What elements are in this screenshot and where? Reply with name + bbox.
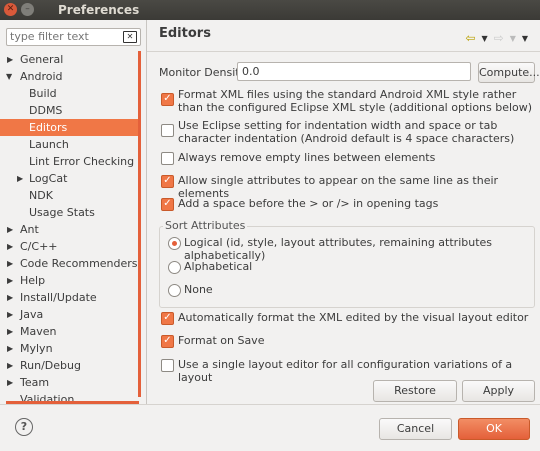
clear-filter-icon[interactable]: ✕ <box>123 31 137 43</box>
back-menu-icon[interactable]: ▼ <box>481 34 487 43</box>
help-icon[interactable]: ? <box>15 418 33 436</box>
space-before-close-label: Add a space before the > or /> in openin… <box>178 197 439 210</box>
sort-logical-radio[interactable] <box>168 237 181 250</box>
sort-none-label: None <box>184 283 213 296</box>
back-arrow-icon[interactable]: ⇦ <box>465 31 475 45</box>
expand-arrow-icon[interactable]: ▶ <box>7 306 13 323</box>
forward-arrow-icon[interactable]: ⇨ <box>494 31 504 45</box>
tree-item-code-recommenders[interactable]: ▶ Code Recommenders <box>0 255 138 272</box>
format-xml-checkbox[interactable]: ✓ <box>161 93 174 106</box>
sort-alphabetical-label: Alphabetical <box>184 260 253 273</box>
sidebar: ✕ ▶General ▼Android Build DDMS Editors L… <box>0 20 147 406</box>
tree-item-general[interactable]: ▶ General <box>0 51 138 68</box>
ok-button[interactable]: OK <box>458 418 530 440</box>
tree-item-usage-stats[interactable]: Usage Stats <box>0 204 138 221</box>
cancel-button[interactable]: Cancel <box>379 418 452 440</box>
sort-logical-label: Logical (id, style, layout attributes, r… <box>184 236 493 262</box>
tree-item-java[interactable]: ▶ Java <box>0 306 138 323</box>
tree-item-install-update[interactable]: ▶ Install/Update <box>0 289 138 306</box>
dialog-footer: ? Cancel OK <box>0 404 540 451</box>
expand-arrow-icon[interactable]: ▶ <box>7 238 13 255</box>
filter-input[interactable] <box>7 29 123 44</box>
space-before-close-checkbox[interactable]: ✓ <box>161 198 174 211</box>
remove-empty-lines-label: Always remove empty lines between elemen… <box>178 151 436 164</box>
forward-menu-icon[interactable]: ▼ <box>510 34 516 43</box>
monitor-density-input[interactable]: 0.0 <box>237 62 471 81</box>
expand-arrow-icon[interactable]: ▶ <box>7 221 13 238</box>
tree-item-ddms[interactable]: DDMS <box>0 102 138 119</box>
single-layout-editor-checkbox[interactable] <box>161 359 174 372</box>
expand-arrow-icon[interactable]: ▶ <box>7 357 13 374</box>
expand-arrow-icon[interactable]: ▶ <box>7 255 13 272</box>
sort-none-radio[interactable] <box>168 284 181 297</box>
tree-item-ant[interactable]: ▶ Ant <box>0 221 138 238</box>
preferences-tree: ▶ General ▼ Android Build DDMS Editors Lau… <box>0 51 138 408</box>
tree-item-run-debug[interactable]: ▶ Run/Debug <box>0 357 138 374</box>
tree-item-team[interactable]: ▶ Team <box>0 374 138 391</box>
sort-attributes-title: Sort Attributes <box>163 219 248 232</box>
minimize-window-icon[interactable]: – <box>21 3 34 16</box>
editors-page: Editors ⇦ ▼ ⇨ ▼ ▼ Monitor Density 0.0 Co… <box>147 20 540 417</box>
tree-item-editors[interactable]: Editors <box>0 119 138 136</box>
collapse-arrow-icon[interactable]: ▼ <box>6 68 12 85</box>
filter-field[interactable]: ✕ <box>6 28 141 46</box>
expand-arrow-icon[interactable]: ▶ <box>7 340 13 357</box>
sort-alphabetical-radio[interactable] <box>168 261 181 274</box>
tree-item-lint-error-checking[interactable]: Lint Error Checking <box>0 153 138 170</box>
remove-empty-lines-checkbox[interactable] <box>161 152 174 165</box>
single-attributes-checkbox[interactable]: ✓ <box>161 175 174 188</box>
eclipse-indentation-checkbox[interactable] <box>161 124 174 137</box>
tree-item-maven[interactable]: ▶ Maven <box>0 323 138 340</box>
header-separator <box>147 51 540 52</box>
compute-button[interactable]: Compute... <box>478 62 540 83</box>
expand-arrow-icon[interactable]: ▶ <box>7 289 13 306</box>
window-controls: ✕ – <box>4 3 34 16</box>
format-on-save-label: Format on Save <box>178 334 265 347</box>
tree-item-help[interactable]: ▶ Help <box>0 272 138 289</box>
page-navigation: ⇦ ▼ ⇨ ▼ ▼ <box>465 31 528 45</box>
auto-format-xml-checkbox[interactable]: ✓ <box>161 312 174 325</box>
tree-item-launch[interactable]: Launch <box>0 136 138 153</box>
expand-arrow-icon[interactable]: ▶ <box>7 374 13 391</box>
expand-arrow-icon[interactable]: ▶ <box>17 170 23 187</box>
format-xml-label: Format XML files using the standard Andr… <box>178 88 533 114</box>
tree-item-logcat[interactable]: ▶ LogCat <box>0 170 138 187</box>
tree-item-build[interactable]: Build <box>0 85 138 102</box>
monitor-density-label: Monitor Density <box>159 66 247 79</box>
title-bar: ✕ – Preferences <box>0 0 540 20</box>
page-title: Editors <box>159 26 211 41</box>
view-menu-icon[interactable]: ▼ <box>522 34 528 43</box>
sidebar-vertical-scrollbar[interactable] <box>138 51 141 397</box>
eclipse-indentation-label: Use Eclipse setting for indentation widt… <box>178 119 515 145</box>
expand-arrow-icon[interactable]: ▶ <box>7 323 13 340</box>
close-window-icon[interactable]: ✕ <box>4 3 17 16</box>
expand-arrow-icon[interactable]: ▶ <box>7 272 13 289</box>
auto-format-xml-label: Automatically format the XML edited by t… <box>178 311 529 324</box>
expand-arrow-icon[interactable]: ▶ <box>7 51 13 68</box>
apply-button[interactable]: Apply <box>462 380 535 402</box>
restore-defaults-button[interactable]: Restore Defaults <box>373 380 457 417</box>
tree-item-android[interactable]: ▼ Android <box>0 68 138 85</box>
window-title: Preferences <box>58 3 140 17</box>
format-on-save-checkbox[interactable]: ✓ <box>161 335 174 348</box>
tree-item-c-cpp[interactable]: ▶ C/C++ <box>0 238 138 255</box>
tree-item-ndk[interactable]: NDK <box>0 187 138 204</box>
tree-item-mylyn[interactable]: ▶ Mylyn <box>0 340 138 357</box>
